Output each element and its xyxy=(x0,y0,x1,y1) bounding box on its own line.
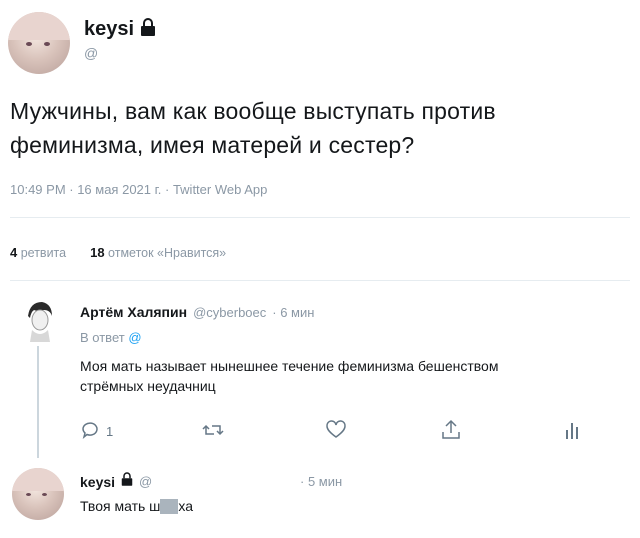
author-name[interactable]: keysi xyxy=(84,18,134,41)
reply2-avatar[interactable] xyxy=(12,468,64,520)
reply1-author-handle[interactable]: @cyberboec xyxy=(193,305,266,320)
retweets-stat[interactable]: 4 ретвита xyxy=(10,245,66,260)
share-icon xyxy=(441,419,461,444)
reply1-header: Артём Халяпин @cyberboec · 6 мин xyxy=(80,304,314,320)
reply-button[interactable]: 1 xyxy=(80,420,113,443)
likes-count: 18 xyxy=(90,245,105,260)
author-name-row[interactable]: keysi xyxy=(84,18,156,41)
reply-count: 1 xyxy=(106,424,114,439)
share-button[interactable] xyxy=(441,419,461,444)
tweet-stats: 4 ретвита 18 отметок «Нравится» xyxy=(10,245,226,260)
reply1-text: Моя мать называет нынешнее течение фемин… xyxy=(80,356,620,396)
reply-icon xyxy=(80,420,100,443)
reply1-avatar[interactable] xyxy=(22,298,56,342)
divider xyxy=(10,280,630,281)
likes-label: отметок «Нравится» xyxy=(108,246,227,260)
reply-to-handle[interactable]: @ xyxy=(128,330,141,345)
retweet-icon xyxy=(202,420,224,443)
tweet-timestamp[interactable]: 10:49 PM · 16 мая 2021 г. · Twitter Web … xyxy=(10,182,267,197)
redacted-block xyxy=(160,499,179,514)
lock-icon xyxy=(121,472,133,491)
lock-icon xyxy=(140,18,156,41)
tweet-text: Мужчины, вам как вообще выступать против… xyxy=(10,98,496,158)
analytics-button[interactable] xyxy=(565,420,579,443)
reply1-time[interactable]: · 6 мин xyxy=(272,305,314,320)
thread-line xyxy=(37,346,39,458)
reply2-author-name[interactable]: keysi xyxy=(80,474,115,490)
reply2-time[interactable]: · 5 мин xyxy=(300,474,342,489)
reply1-replying-to: В ответ @ xyxy=(80,330,142,345)
retweet-button[interactable] xyxy=(202,420,224,443)
reply2-author-handle[interactable]: @ xyxy=(139,474,152,489)
author-avatar[interactable] xyxy=(8,12,70,74)
reply-to-prefix: В ответ xyxy=(80,330,125,345)
reply2-text: Твоя мать ш ха xyxy=(80,496,193,516)
reply2-text-before: Твоя мать ш xyxy=(80,498,161,514)
reply1-author-name[interactable]: Артём Халяпин xyxy=(80,304,187,320)
reply1-text-line1: Моя мать называет нынешнее течение фемин… xyxy=(80,358,499,374)
reply2-text-after: ха xyxy=(178,498,194,514)
like-icon xyxy=(326,420,346,443)
like-button[interactable] xyxy=(326,420,346,443)
reply1-text-line2: стрёмных неудачниц xyxy=(80,378,216,394)
divider xyxy=(10,217,630,218)
analytics-icon xyxy=(565,420,579,443)
likes-stat[interactable]: 18 отметок «Нравится» xyxy=(90,245,226,260)
retweets-count: 4 xyxy=(10,245,18,260)
reply2-header: keysi @ xyxy=(80,472,152,491)
retweets-label: ретвита xyxy=(20,246,67,260)
author-handle[interactable]: @ xyxy=(84,45,98,61)
